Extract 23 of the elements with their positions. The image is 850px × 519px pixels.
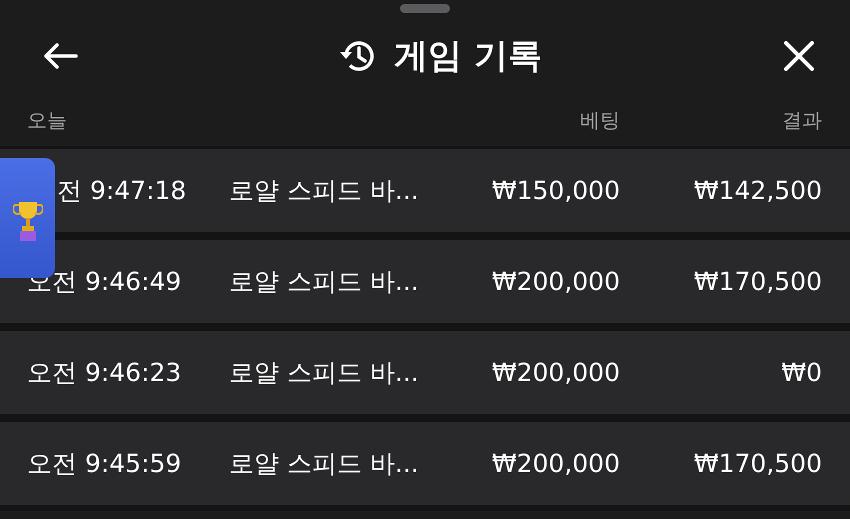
history-row[interactable]: 전 9:47:18 로얄 스피드 바... ₩150,000 ₩142,500: [0, 149, 850, 232]
result-amount-cell: ₩142,500: [694, 176, 822, 205]
time-cell-text: 오전 9:46:23: [27, 357, 182, 389]
history-row[interactable]: 오전 9:46:23 로얄 스피드 바... ₩200,000 ₩0: [0, 331, 850, 414]
bet-amount-cell: ₩200,000: [492, 267, 620, 296]
history-row[interactable]: 오전 9:45:59 로얄 스피드 바... ₩200,000 ₩170,500: [0, 422, 850, 505]
result-amount-cell: ₩0: [781, 358, 822, 387]
column-header: 베팅: [580, 107, 620, 134]
column-header: 오늘: [27, 107, 67, 134]
game-name-cell-text: 로얄 스피드 바...: [229, 266, 419, 298]
game-name-cell-text: 로얄 스피드 바...: [229, 175, 419, 207]
bet-amount-cell: ₩200,000: [492, 449, 620, 478]
result-amount-cell: ₩170,500: [694, 449, 822, 478]
game-name-cell-text: 로얄 스피드 바...: [229, 357, 419, 389]
bet-amount-cell: ₩200,000: [492, 358, 620, 387]
game-name-cell-text: 로얄 스피드 바...: [229, 448, 419, 480]
time-cell-text: 오전 9:45:59: [27, 448, 182, 480]
bet-amount-cell: ₩150,000: [492, 176, 620, 205]
result-amount-cell: ₩170,500: [694, 267, 822, 296]
drag-handle[interactable]: [400, 4, 450, 13]
window-title: 게임 기록: [394, 35, 542, 78]
column-header: 결과: [782, 107, 822, 134]
time-cell-text: 전 9:47:18: [57, 175, 186, 207]
